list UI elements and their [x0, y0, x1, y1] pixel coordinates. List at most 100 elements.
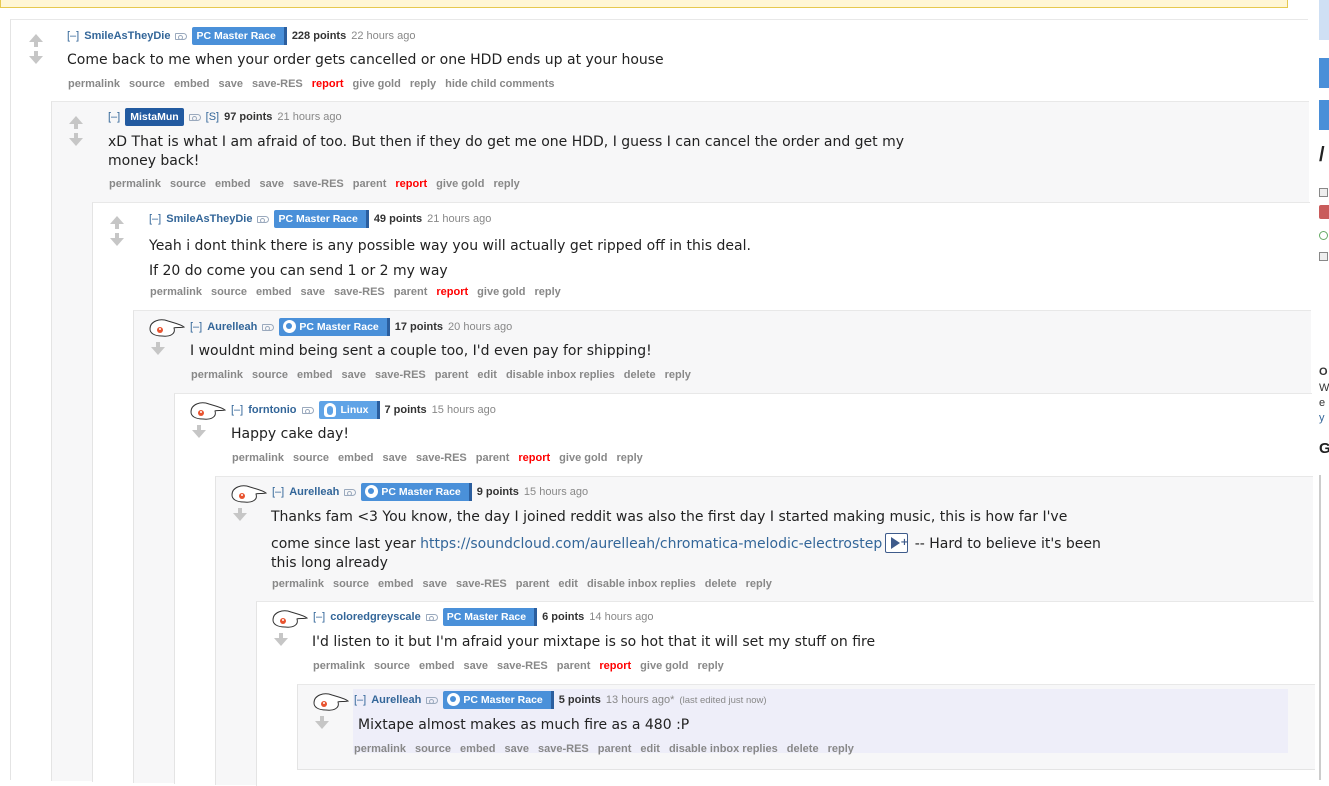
delete-button[interactable]: delete — [787, 743, 819, 755]
downvote-arrow-icon[interactable] — [274, 633, 288, 646]
source-button[interactable]: source — [170, 178, 206, 190]
downvote-arrow-icon[interactable] — [233, 508, 247, 521]
embed-button[interactable]: embed — [256, 286, 291, 298]
parent-button[interactable]: parent — [353, 178, 387, 190]
give-gold-button[interactable]: give gold — [353, 78, 401, 90]
author-link[interactable]: forntonio — [248, 404, 296, 416]
author-link[interactable]: SmileAsTheyDie — [84, 30, 170, 42]
save-button[interactable]: save — [219, 78, 243, 90]
save-res-button[interactable]: save-RES — [538, 743, 589, 755]
sidebar-checkbox[interactable] — [1319, 252, 1328, 261]
sidebar-button[interactable] — [1319, 100, 1329, 130]
embed-button[interactable]: embed — [297, 369, 332, 381]
reply-button[interactable]: reply — [746, 578, 772, 590]
permalink-button[interactable]: permalink — [109, 178, 161, 190]
report-button[interactable]: report — [599, 660, 631, 672]
downvote-arrow-icon[interactable] — [29, 51, 43, 64]
author-link[interactable]: Aurelleah — [371, 694, 421, 706]
reply-button[interactable]: reply — [410, 78, 436, 90]
source-button[interactable]: source — [129, 78, 165, 90]
save-res-button[interactable]: save-RES — [456, 578, 507, 590]
delete-button[interactable]: delete — [624, 369, 656, 381]
permalink-button[interactable]: permalink — [191, 369, 243, 381]
permalink-button[interactable]: permalink — [354, 743, 406, 755]
edit-button[interactable]: edit — [640, 743, 660, 755]
save-button[interactable]: save — [260, 178, 284, 190]
hide-child-comments-button[interactable]: hide child comments — [445, 78, 554, 90]
save-button[interactable]: save — [342, 369, 366, 381]
collapse-toggle[interactable]: [–] — [190, 321, 202, 333]
save-res-button[interactable]: save-RES — [497, 660, 548, 672]
author-link[interactable]: coloredgreyscale — [330, 611, 421, 623]
source-button[interactable]: source — [252, 369, 288, 381]
downvote-arrow-icon[interactable] — [315, 716, 329, 729]
source-button[interactable]: source — [415, 743, 451, 755]
reply-button[interactable]: reply — [665, 369, 691, 381]
permalink-button[interactable]: permalink — [150, 286, 202, 298]
user-tag-icon[interactable] — [257, 216, 270, 223]
parent-button[interactable]: parent — [476, 452, 510, 464]
embed-button[interactable]: embed — [215, 178, 250, 190]
collapse-toggle[interactable]: [–] — [313, 611, 325, 623]
embed-button[interactable]: embed — [174, 78, 209, 90]
sidebar-radio[interactable] — [1319, 231, 1328, 240]
embed-button[interactable]: embed — [419, 660, 454, 672]
source-button[interactable]: source — [374, 660, 410, 672]
save-button[interactable]: save — [383, 452, 407, 464]
embed-button[interactable]: embed — [338, 452, 373, 464]
expand-media-icon[interactable] — [885, 533, 909, 553]
user-tag-icon[interactable] — [188, 114, 201, 121]
permalink-button[interactable]: permalink — [313, 660, 365, 672]
embed-button[interactable]: embed — [378, 578, 413, 590]
upvote-arrow-icon[interactable] — [110, 216, 124, 229]
downvote-arrow-icon[interactable] — [69, 133, 83, 146]
reply-button[interactable]: reply — [534, 286, 560, 298]
reply-button[interactable]: reply — [697, 660, 723, 672]
give-gold-button[interactable]: give gold — [477, 286, 525, 298]
sidebar-checkbox[interactable] — [1319, 188, 1328, 197]
disable-inbox-replies-button[interactable]: disable inbox replies — [669, 743, 778, 755]
author-link[interactable]: SmileAsTheyDie — [166, 213, 252, 225]
author-link[interactable]: Aurelleah — [207, 321, 257, 333]
save-res-button[interactable]: save-RES — [416, 452, 467, 464]
upvote-arrow-icon[interactable] — [29, 34, 43, 47]
reply-button[interactable]: reply — [828, 743, 854, 755]
save-res-button[interactable]: save-RES — [334, 286, 385, 298]
edit-button[interactable]: edit — [558, 578, 578, 590]
save-res-button[interactable]: save-RES — [252, 78, 303, 90]
report-button[interactable]: report — [312, 78, 344, 90]
give-gold-button[interactable]: give gold — [640, 660, 688, 672]
report-button[interactable]: report — [436, 286, 468, 298]
report-button[interactable]: report — [395, 178, 427, 190]
collapse-toggle[interactable]: [–] — [108, 111, 120, 123]
source-button[interactable]: source — [211, 286, 247, 298]
submitter-tag[interactable]: [S] — [206, 111, 219, 123]
save-res-button[interactable]: save-RES — [375, 369, 426, 381]
edit-button[interactable]: edit — [477, 369, 497, 381]
disable-inbox-replies-button[interactable]: disable inbox replies — [506, 369, 615, 381]
reply-button[interactable]: reply — [493, 178, 519, 190]
user-tag-icon[interactable] — [262, 324, 275, 331]
save-button[interactable]: save — [464, 660, 488, 672]
downvote-arrow-icon[interactable] — [110, 233, 124, 246]
report-button[interactable]: report — [518, 452, 550, 464]
save-button[interactable]: save — [505, 743, 529, 755]
permalink-button[interactable]: permalink — [232, 452, 284, 464]
user-tag-icon[interactable] — [425, 614, 438, 621]
user-tag-icon[interactable] — [175, 33, 188, 40]
source-button[interactable]: source — [293, 452, 329, 464]
collapse-toggle[interactable]: [–] — [354, 694, 366, 706]
soundcloud-link[interactable]: https://soundcloud.com/aurelleah/chromat… — [420, 536, 882, 552]
user-tag-icon[interactable] — [426, 697, 439, 704]
embed-button[interactable]: embed — [460, 743, 495, 755]
permalink-button[interactable]: permalink — [272, 578, 324, 590]
downvote-arrow-icon[interactable] — [192, 425, 206, 438]
permalink-button[interactable]: permalink — [68, 78, 120, 90]
disable-inbox-replies-button[interactable]: disable inbox replies — [587, 578, 696, 590]
author-link[interactable]: MistaMun — [125, 108, 184, 126]
collapse-toggle[interactable]: [–] — [272, 486, 284, 498]
source-button[interactable]: source — [333, 578, 369, 590]
downvote-arrow-icon[interactable] — [151, 342, 165, 355]
save-res-button[interactable]: save-RES — [293, 178, 344, 190]
parent-button[interactable]: parent — [598, 743, 632, 755]
